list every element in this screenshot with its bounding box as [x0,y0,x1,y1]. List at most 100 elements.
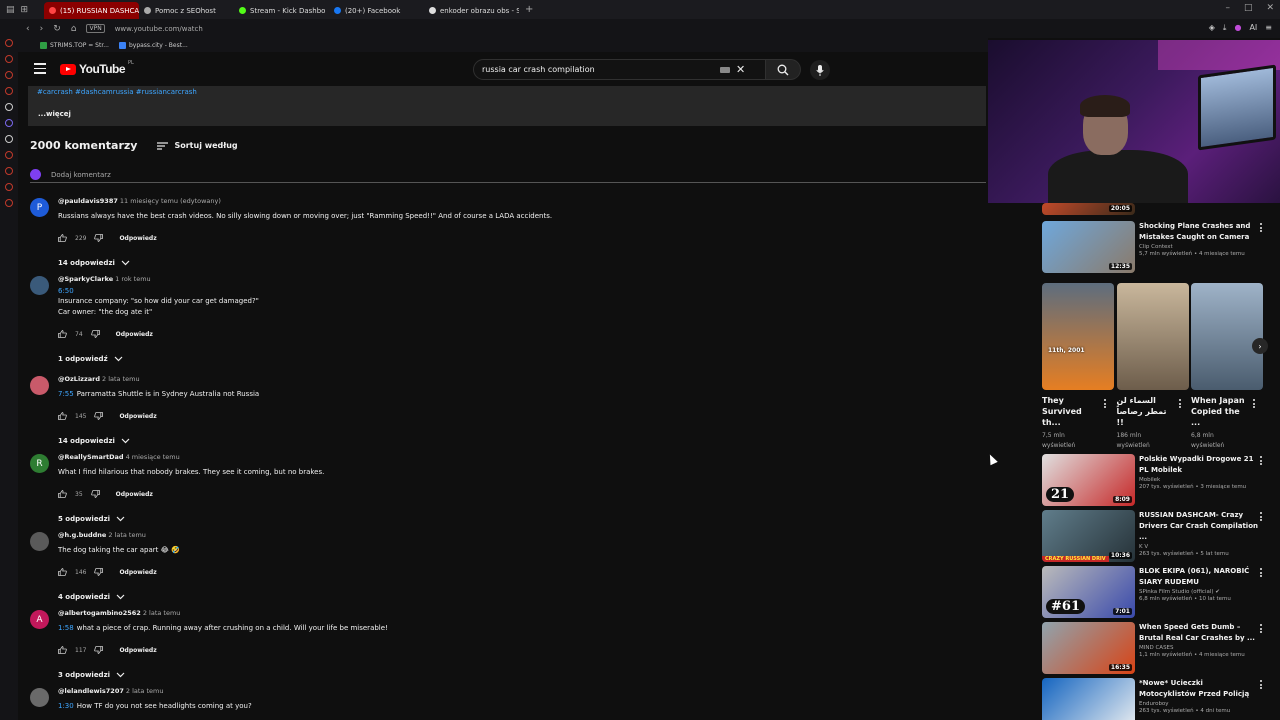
comment-author[interactable]: @h.g.buddne [58,531,106,539]
twitch-icon[interactable] [5,119,13,127]
video-more-icon[interactable] [1260,223,1263,232]
reply-button[interactable]: Odpowiedz [116,331,153,338]
video-thumbnail[interactable]: #61 7:01 [1042,566,1135,618]
short-video[interactable]: السماء لن تمطر رصاصاً !! 186 mln wyświetl… [1116,283,1189,451]
channel-name[interactable]: Enduroboy [1139,701,1259,707]
video-thumbnail[interactable] [1042,678,1135,720]
video-title[interactable]: *Nowe* Ucieczki Motocyklistów Przed Poli… [1139,678,1259,700]
like-icon[interactable] [58,412,67,420]
short-thumbnail[interactable]: 11th, 2001 [1042,283,1114,390]
dislike-icon[interactable] [94,646,104,654]
video-thumbnail[interactable]: 20:05 [1042,203,1135,215]
short-title[interactable]: السماء لن تمطر رصاصاً !! [1117,395,1177,428]
sidebar-app-icon[interactable] [5,71,13,79]
comment-time[interactable]: 4 miesiące temu [126,453,180,461]
reply-button[interactable]: Odpowiedz [119,647,156,654]
comment-avatar[interactable] [30,532,49,551]
comment-avatar[interactable] [30,376,49,395]
sidebar-app-icon[interactable] [5,199,13,207]
show-replies-button[interactable]: 14 odpowiedzi [58,259,130,267]
like-icon[interactable] [58,234,67,242]
comment-author[interactable]: @albertogambino2562 [58,609,141,617]
video-more-icon[interactable] [1260,568,1263,577]
forward-icon[interactable]: › [40,24,44,34]
comment-time[interactable]: 2 lata temu [126,687,164,695]
dislike-icon[interactable] [94,234,104,242]
download-icon[interactable]: ⤓ [1223,23,1227,33]
comment-time[interactable]: 1 rok temu [115,275,151,283]
show-replies-button[interactable]: 5 odpowiedzi [58,515,125,523]
show-replies-button[interactable]: 3 odpowiedzi [58,671,125,679]
browser-menu-icon[interactable]: ≡ [1265,23,1272,33]
sidebar-app-icon[interactable] [5,183,13,191]
keyboard-icon[interactable] [720,66,730,73]
minimize-icon[interactable]: – [1225,3,1230,13]
description-hashtags[interactable]: #carcrash #dashcamrussia #russiancarcras… [37,88,197,96]
reply-button[interactable]: Odpowiedz [119,413,156,420]
comment-time[interactable]: 2 lata temu [102,375,140,383]
channel-name[interactable]: Clip Context [1139,244,1259,250]
comment-timestamp[interactable]: 1:58 [58,624,74,632]
video-title[interactable]: When Speed Gets Dumb – Brutal Real Car C… [1139,622,1259,644]
comment-avatar[interactable] [30,276,49,295]
comment-timestamp[interactable]: 1:30 [58,702,74,710]
clear-search-icon[interactable]: ✕ [736,63,745,76]
sort-button[interactable]: Sortuj według [157,141,238,150]
reply-button[interactable]: Odpowiedz [116,491,153,498]
short-more-icon[interactable] [1253,399,1256,408]
comment-time[interactable]: 2 lata temu [108,531,146,539]
video-more-icon[interactable] [1260,512,1263,521]
channel-name[interactable]: MIND CASES [1139,645,1259,651]
sidebar-app-icon[interactable] [5,55,13,63]
bookmark-bypass[interactable]: bypass.city - Best... [118,41,188,49]
like-icon[interactable] [58,490,67,498]
comment-time[interactable]: 11 miesięcy temu (edytowany) [120,197,221,205]
video-thumbnail[interactable]: CRAZY RUSSIAN DRIV 10:36 [1042,510,1135,562]
show-replies-button[interactable]: 4 odpowiedzi [58,593,125,601]
vpn-badge[interactable]: VPN [86,24,105,33]
short-thumbnail[interactable] [1191,283,1263,390]
extension-icon[interactable]: ◈ [1209,23,1215,33]
x-icon[interactable] [5,135,13,143]
short-thumbnail[interactable] [1116,283,1189,390]
short-more-icon[interactable] [1104,399,1107,408]
like-icon[interactable] [58,568,67,576]
comment-avatar[interactable]: A [30,610,49,629]
sidebar-app-icon[interactable] [5,167,13,175]
comment-avatar[interactable] [30,688,49,707]
dislike-icon[interactable] [94,568,104,576]
tabs-icon[interactable]: ⊞ [21,5,29,15]
comment-avatar[interactable]: P [30,198,49,217]
youtube-logo[interactable]: YouTube PL [60,60,134,76]
reload-icon[interactable]: ↻ [53,24,61,34]
video-more-icon[interactable] [1260,624,1263,633]
sidebar-app-icon[interactable] [5,103,13,111]
show-replies-button[interactable]: 14 odpowiedzi [58,437,130,445]
profile-icon[interactable]: ● [1234,23,1241,33]
video-more-icon[interactable] [1260,680,1263,689]
maximize-icon[interactable]: □ [1244,3,1253,13]
dislike-icon[interactable] [90,330,100,338]
show-replies-button[interactable]: 1 odpowiedź [58,355,123,363]
ai-button[interactable]: AI [1249,23,1257,33]
new-tab-button[interactable]: + [519,4,539,15]
add-comment-field[interactable]: Dodaj komentarz [30,167,986,183]
video-title[interactable]: RUSSIAN DASHCAM- Crazy Drivers Car Crash… [1139,510,1259,543]
workspace-icon[interactable]: ▤ [6,5,15,15]
hamburger-menu-icon[interactable] [34,63,46,74]
home-icon[interactable]: ⌂ [71,24,77,34]
back-icon[interactable]: ‹ [26,24,30,34]
comment-author[interactable]: @SparkyClarke [58,275,113,283]
comment-author[interactable]: @pauldavis9387 [58,197,118,205]
reply-button[interactable]: Odpowiedz [119,235,156,242]
short-video[interactable]: 11th, 2001 They Survived th... 7,5 mln wy… [1042,283,1114,451]
dislike-icon[interactable] [90,490,100,498]
comment-avatar[interactable]: R [30,454,49,473]
browser-tab[interactable]: enkoder obrazu obs - Szu [424,2,519,19]
like-icon[interactable] [58,330,67,338]
video-thumbnail[interactable]: 12:35 [1042,221,1135,273]
video-thumbnail[interactable]: 16:35 [1042,622,1135,674]
browser-tab[interactable]: Stream - Kick Dashbo [234,2,329,19]
reply-button[interactable]: Odpowiedz [119,569,156,576]
dislike-icon[interactable] [94,412,104,420]
